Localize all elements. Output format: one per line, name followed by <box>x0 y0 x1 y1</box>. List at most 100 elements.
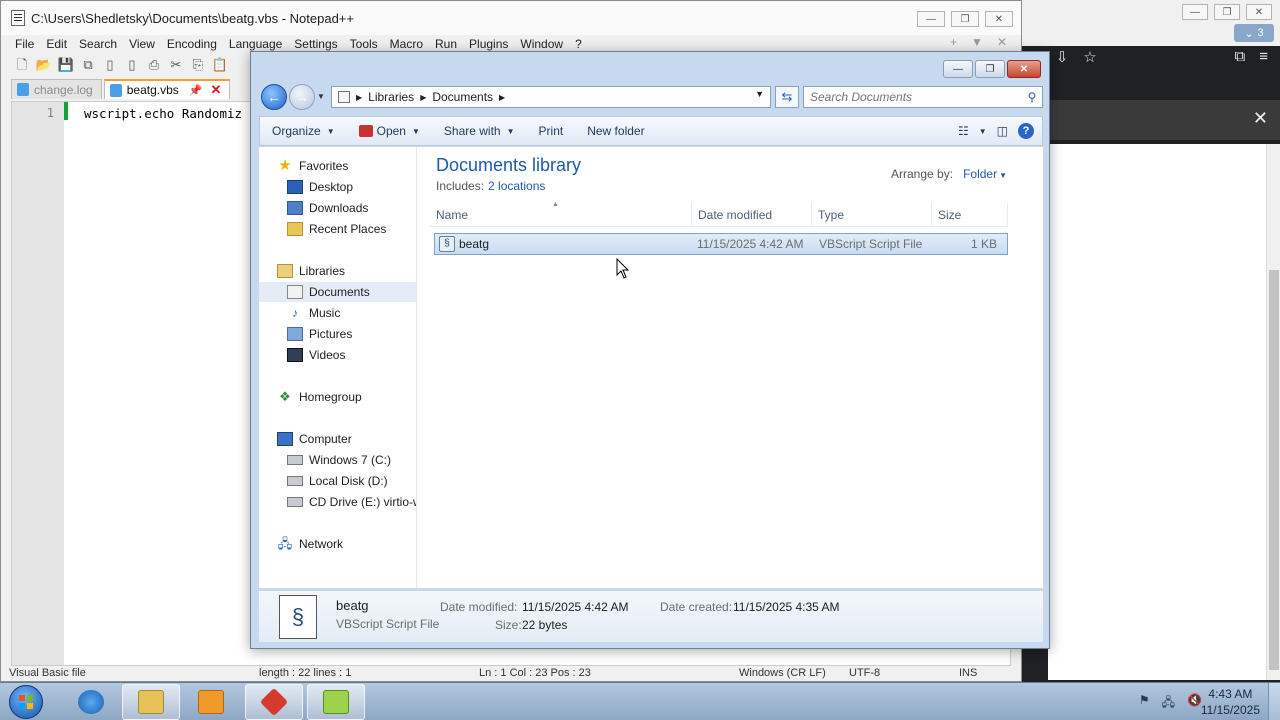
nav-drive-d[interactable]: Local Disk (D:) <box>287 471 388 491</box>
npp-close-button[interactable]: ✕ <box>985 11 1013 27</box>
taskbar-explorer[interactable] <box>122 684 180 720</box>
nav-videos[interactable]: Videos <box>287 345 345 365</box>
browser-maximize-button[interactable]: ❐ <box>1214 4 1240 20</box>
code-line[interactable]: wscript.echo Randomiz <box>84 106 242 121</box>
copy-icon[interactable]: ⎘ <box>189 56 207 74</box>
menu-tools[interactable]: Tools <box>344 37 384 51</box>
infobar-close-icon[interactable]: ✕ <box>1253 108 1268 129</box>
menu-window[interactable]: Window <box>514 37 569 51</box>
search-icon[interactable]: ⚲ <box>1022 90 1042 104</box>
chevron-down-icon[interactable]: ▼ <box>979 127 987 136</box>
npp-maximize-button[interactable]: ❐ <box>951 11 979 27</box>
address-dropdown-icon[interactable]: ▼ <box>755 89 764 99</box>
menu-encoding[interactable]: Encoding <box>161 37 223 51</box>
nav-network[interactable]: 🖧 Network <box>277 534 343 554</box>
nav-downloads[interactable]: Downloads <box>287 198 368 218</box>
view-options-icon[interactable]: ☷ <box>958 124 969 138</box>
print-button[interactable]: Print <box>527 124 576 138</box>
column-type[interactable]: Type <box>812 203 932 226</box>
pin-icon[interactable]: 📌 <box>189 84 203 97</box>
save-all-icon[interactable]: ⧉ <box>79 56 97 74</box>
search-box[interactable]: ⚲ <box>803 86 1043 108</box>
nav-computer[interactable]: Computer <box>277 429 352 449</box>
taskbar-notepadpp[interactable] <box>307 684 365 720</box>
browser-minimize-button[interactable]: — <box>1182 4 1208 20</box>
back-button[interactable]: ← <box>261 84 287 110</box>
breadcrumb-chevron-icon[interactable]: ▶ <box>499 93 505 102</box>
taskbar-internet-explorer[interactable] <box>62 684 120 720</box>
new-file-icon[interactable]: 🗋 <box>13 56 31 74</box>
help-icon[interactable]: ? <box>1018 123 1034 139</box>
npp-minimize-button[interactable]: — <box>917 11 945 27</box>
open-file-icon[interactable]: 📂 <box>35 56 53 74</box>
close-file-icon[interactable]: ▯ <box>101 56 119 74</box>
breadcrumb-documents[interactable]: Documents <box>432 90 493 104</box>
includes-locations-link[interactable]: 2 locations <box>488 179 545 193</box>
browser-scrollbar[interactable] <box>1266 144 1280 680</box>
nav-pictures[interactable]: Pictures <box>287 324 352 344</box>
breadcrumb-chevron-icon[interactable]: ▶ <box>420 93 426 102</box>
forward-button[interactable]: → <box>289 84 315 110</box>
preview-pane-icon[interactable]: ◫ <box>997 124 1008 138</box>
show-desktop-button[interactable] <box>1268 683 1280 720</box>
menu-search[interactable]: Search <box>73 37 123 51</box>
cut-icon[interactable]: ✂ <box>167 56 185 74</box>
nav-recent-places[interactable]: Recent Places <box>287 219 386 239</box>
star-icon[interactable]: ☆ <box>1080 48 1100 68</box>
action-center-flag-icon[interactable]: ⚑ <box>1139 693 1150 714</box>
new-folder-button[interactable]: New folder <box>575 124 656 138</box>
open-button[interactable]: Open ▼ <box>347 124 432 138</box>
menu-settings[interactable]: Settings <box>288 37 343 51</box>
nav-drive-c[interactable]: Windows 7 (C:) <box>287 450 391 470</box>
taskbar-git[interactable] <box>245 684 303 720</box>
menu-icon[interactable]: ≡ <box>1259 48 1268 65</box>
menu-run[interactable]: Run <box>429 37 463 51</box>
explorer-maximize-button[interactable]: ❐ <box>975 60 1005 78</box>
search-input[interactable] <box>804 90 1022 104</box>
browser-close-button[interactable]: ✕ <box>1246 4 1272 20</box>
browser-tab-list-button[interactable]: ⌄ 3 <box>1234 24 1274 42</box>
new-tab-button[interactable]: + <box>950 35 957 49</box>
menu-plugins[interactable]: Plugins <box>463 37 514 51</box>
nav-drive-e[interactable]: CD Drive (E:) virtio-w <box>287 492 416 512</box>
paste-icon[interactable]: 📋 <box>211 56 229 74</box>
menu-macro[interactable]: Macro <box>384 37 429 51</box>
recent-pages-dropdown[interactable]: ▼ <box>317 92 325 101</box>
menu-help[interactable]: ? <box>569 37 588 51</box>
column-date-modified[interactable]: Date modified <box>692 203 812 226</box>
download-icon[interactable]: ⇩ <box>1052 48 1072 68</box>
chevron-down-icon[interactable]: ▼ <box>999 171 1007 180</box>
menu-language[interactable]: Language <box>223 37 288 51</box>
print-icon[interactable]: ⎙ <box>145 56 163 74</box>
refresh-button[interactable]: ⇆ <box>775 86 799 108</box>
arrange-dropdown[interactable]: Folder <box>963 167 997 181</box>
close-all-icon[interactable]: ▯ <box>123 56 141 74</box>
taskbar-clock[interactable]: 4:43 AM 11/15/2025 <box>1201 686 1260 718</box>
extensions-icon[interactable]: ⧉ <box>1235 48 1246 65</box>
start-button[interactable] <box>2 683 50 720</box>
file-row[interactable]: § beatg 11/15/2025 4:42 AM VBScript Scrip… <box>434 233 1008 255</box>
taskbar-media-player[interactable] <box>182 684 240 720</box>
nav-libraries[interactable]: Libraries <box>277 261 345 281</box>
tab-list-button[interactable]: ▼ <box>971 35 983 49</box>
network-tray-icon[interactable]: 🖧 <box>1162 693 1175 714</box>
scrollbar-thumb[interactable] <box>1269 270 1279 670</box>
nav-music[interactable]: ♪ Music <box>287 303 340 323</box>
nav-desktop[interactable]: Desktop <box>287 177 353 197</box>
nav-favorites[interactable]: ★ Favorites <box>277 156 348 176</box>
volume-muted-icon[interactable]: 🔇 <box>1187 693 1202 714</box>
close-doc-button[interactable]: ✕ <box>997 35 1007 49</box>
explorer-close-button[interactable]: ✕ <box>1007 60 1041 78</box>
explorer-minimize-button[interactable]: — <box>943 60 973 78</box>
menu-edit[interactable]: Edit <box>40 37 73 51</box>
tab-close-icon[interactable]: ✕ <box>210 82 221 98</box>
nav-documents[interactable]: Documents <box>259 282 416 302</box>
address-bar[interactable]: ▶ Libraries ▶ Documents ▶ ▼ <box>331 86 771 108</box>
organize-button[interactable]: Organize ▼ <box>260 124 347 138</box>
breadcrumb-libraries[interactable]: Libraries <box>368 90 414 104</box>
nav-homegroup[interactable]: ❖ Homegroup <box>277 387 362 407</box>
share-with-button[interactable]: Share with ▼ <box>432 124 527 138</box>
menu-view[interactable]: View <box>123 37 161 51</box>
tab-beatg-vbs[interactable]: beatg.vbs 📌 ✕ <box>103 79 231 99</box>
column-size[interactable]: Size <box>932 203 1008 226</box>
